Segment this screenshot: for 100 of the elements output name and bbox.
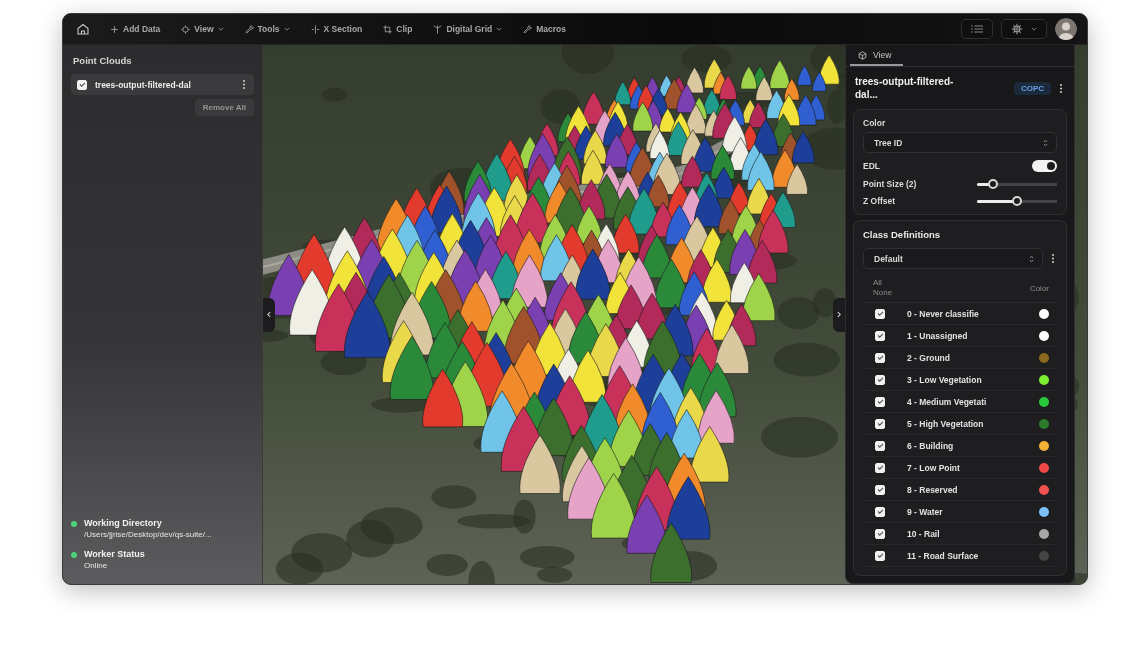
color-dot-icon[interactable] — [1039, 330, 1049, 341]
point-cloud-item[interactable]: trees-output-filtered-dal — [71, 74, 254, 95]
checkbox[interactable] — [875, 550, 885, 561]
toolbar-button[interactable]: View — [179, 21, 226, 37]
color-dot-icon[interactable] — [1039, 528, 1049, 539]
select-none-link[interactable]: None — [873, 288, 893, 298]
avatar-icon[interactable] — [1055, 18, 1077, 40]
checkbox[interactable] — [875, 330, 885, 341]
checkmark-icon — [876, 531, 884, 536]
status-value: Online — [84, 561, 108, 570]
class-label: 10 - Rail — [906, 528, 941, 539]
checkbox[interactable] — [875, 462, 885, 473]
list-icon — [971, 25, 983, 33]
color-mode-select[interactable]: Tree ID — [863, 132, 1057, 153]
color-dot-icon[interactable] — [1039, 374, 1049, 385]
class-label: 11 - Road Surface — [906, 550, 980, 561]
slider-thumb[interactable] — [987, 179, 998, 189]
status-value: /Users/jjrise/Desktop/dev/qs-suite/... — [84, 530, 212, 539]
plus-icon — [110, 24, 119, 34]
class-label: 1 - Unassigned — [906, 330, 969, 341]
setting-label: Z Offset — [863, 196, 896, 206]
toolbar-button[interactable]: Digital Grid — [431, 21, 505, 37]
caret-icon — [496, 27, 503, 31]
cube-icon — [858, 50, 867, 60]
checkmark-icon — [876, 487, 884, 492]
caret-icon — [1031, 27, 1037, 31]
checkbox[interactable] — [875, 374, 885, 385]
color-dot-icon[interactable] — [1039, 308, 1049, 319]
checkbox[interactable] — [875, 396, 885, 407]
collapse-left-button[interactable] — [263, 297, 275, 332]
toolbar-button[interactable]: Clip — [381, 21, 415, 37]
column-header: Color — [1029, 283, 1049, 293]
checkmark-icon — [876, 509, 884, 514]
checkbox[interactable] — [875, 352, 885, 363]
select-all-link[interactable]: All — [873, 278, 882, 288]
color-dot-icon[interactable] — [1039, 352, 1049, 363]
more-button[interactable] — [240, 79, 248, 90]
class-label: 4 - Medium Vegetati — [906, 396, 988, 407]
home-button[interactable] — [75, 21, 91, 37]
edl-toggle[interactable] — [1032, 160, 1057, 172]
slider-thumb[interactable] — [1012, 196, 1022, 206]
home-icon — [77, 23, 89, 35]
class-label: 7 - Low Point — [906, 462, 961, 473]
class-label: 5 - High Vegetation — [906, 418, 985, 429]
checkbox[interactable] — [875, 528, 885, 539]
view-tab[interactable]: View — [850, 45, 904, 66]
more-button[interactable] — [1049, 253, 1057, 264]
remove-all-button[interactable]: Remove All — [194, 99, 254, 116]
more-button[interactable] — [1057, 82, 1065, 94]
checkbox[interactable] — [875, 440, 885, 451]
chevron-right-icon — [837, 311, 841, 318]
updown-caret-icon — [1029, 254, 1034, 263]
settings-button[interactable] — [1001, 19, 1047, 39]
panel-title: Point Clouds — [73, 55, 132, 66]
setting-label: Point Size (2) — [863, 179, 917, 189]
checkmark-icon — [876, 399, 884, 404]
checkmark-icon — [78, 82, 86, 87]
toolbar-button[interactable]: Macros — [521, 21, 568, 37]
class-label: 2 - Ground — [906, 352, 951, 363]
point-cloud-name: trees-output-filtered-dal — [95, 79, 192, 90]
caret-icon — [217, 27, 224, 31]
checkmark-icon — [876, 465, 884, 470]
checkmark-icon — [876, 443, 884, 448]
status-dot-icon — [71, 552, 77, 558]
format-badge: COPC — [1013, 81, 1051, 95]
color-dot-icon[interactable] — [1039, 550, 1049, 561]
crosshair-icon — [181, 24, 191, 34]
dataset-title: trees-output-filtered-dal... — [855, 75, 955, 101]
antenna-icon — [433, 24, 443, 34]
toolbar-button[interactable]: X Section — [308, 21, 365, 37]
wrench-icon — [244, 24, 254, 34]
toolbar-button[interactable]: Tools — [242, 21, 292, 37]
checkbox[interactable] — [875, 418, 885, 429]
checkmark-icon — [876, 421, 884, 426]
updown-caret-icon — [1043, 138, 1048, 147]
split-line-icon — [310, 24, 320, 34]
class-preset-select[interactable]: Default — [863, 248, 1043, 269]
settings-icon — [1011, 23, 1023, 35]
toolbar-button[interactable]: Add Data — [108, 21, 163, 37]
color-dot-icon[interactable] — [1039, 396, 1049, 407]
color-dot-icon[interactable] — [1039, 484, 1049, 495]
class-label: 6 - Building — [906, 440, 955, 451]
checkmark-icon — [876, 553, 884, 558]
status-dot-icon — [71, 521, 77, 527]
checkbox[interactable] — [875, 484, 885, 495]
setting-label: EDL — [863, 161, 880, 171]
class-label: 8 - Reserved — [906, 484, 959, 495]
chevron-left-icon — [267, 311, 271, 318]
checkbox[interactable] — [875, 506, 885, 517]
section-title: Class Definitions — [863, 229, 941, 240]
class-label: 3 - Low Vegetation — [906, 374, 983, 385]
crop-icon — [383, 24, 393, 34]
checkmark-icon — [876, 377, 884, 382]
color-dot-icon[interactable] — [1039, 462, 1049, 473]
status-label: Worker Status — [84, 549, 145, 559]
color-dot-icon[interactable] — [1039, 418, 1049, 429]
checkbox[interactable] — [875, 308, 885, 319]
color-dot-icon[interactable] — [1039, 440, 1049, 451]
color-dot-icon[interactable] — [1039, 506, 1049, 517]
checkbox[interactable] — [77, 79, 87, 90]
